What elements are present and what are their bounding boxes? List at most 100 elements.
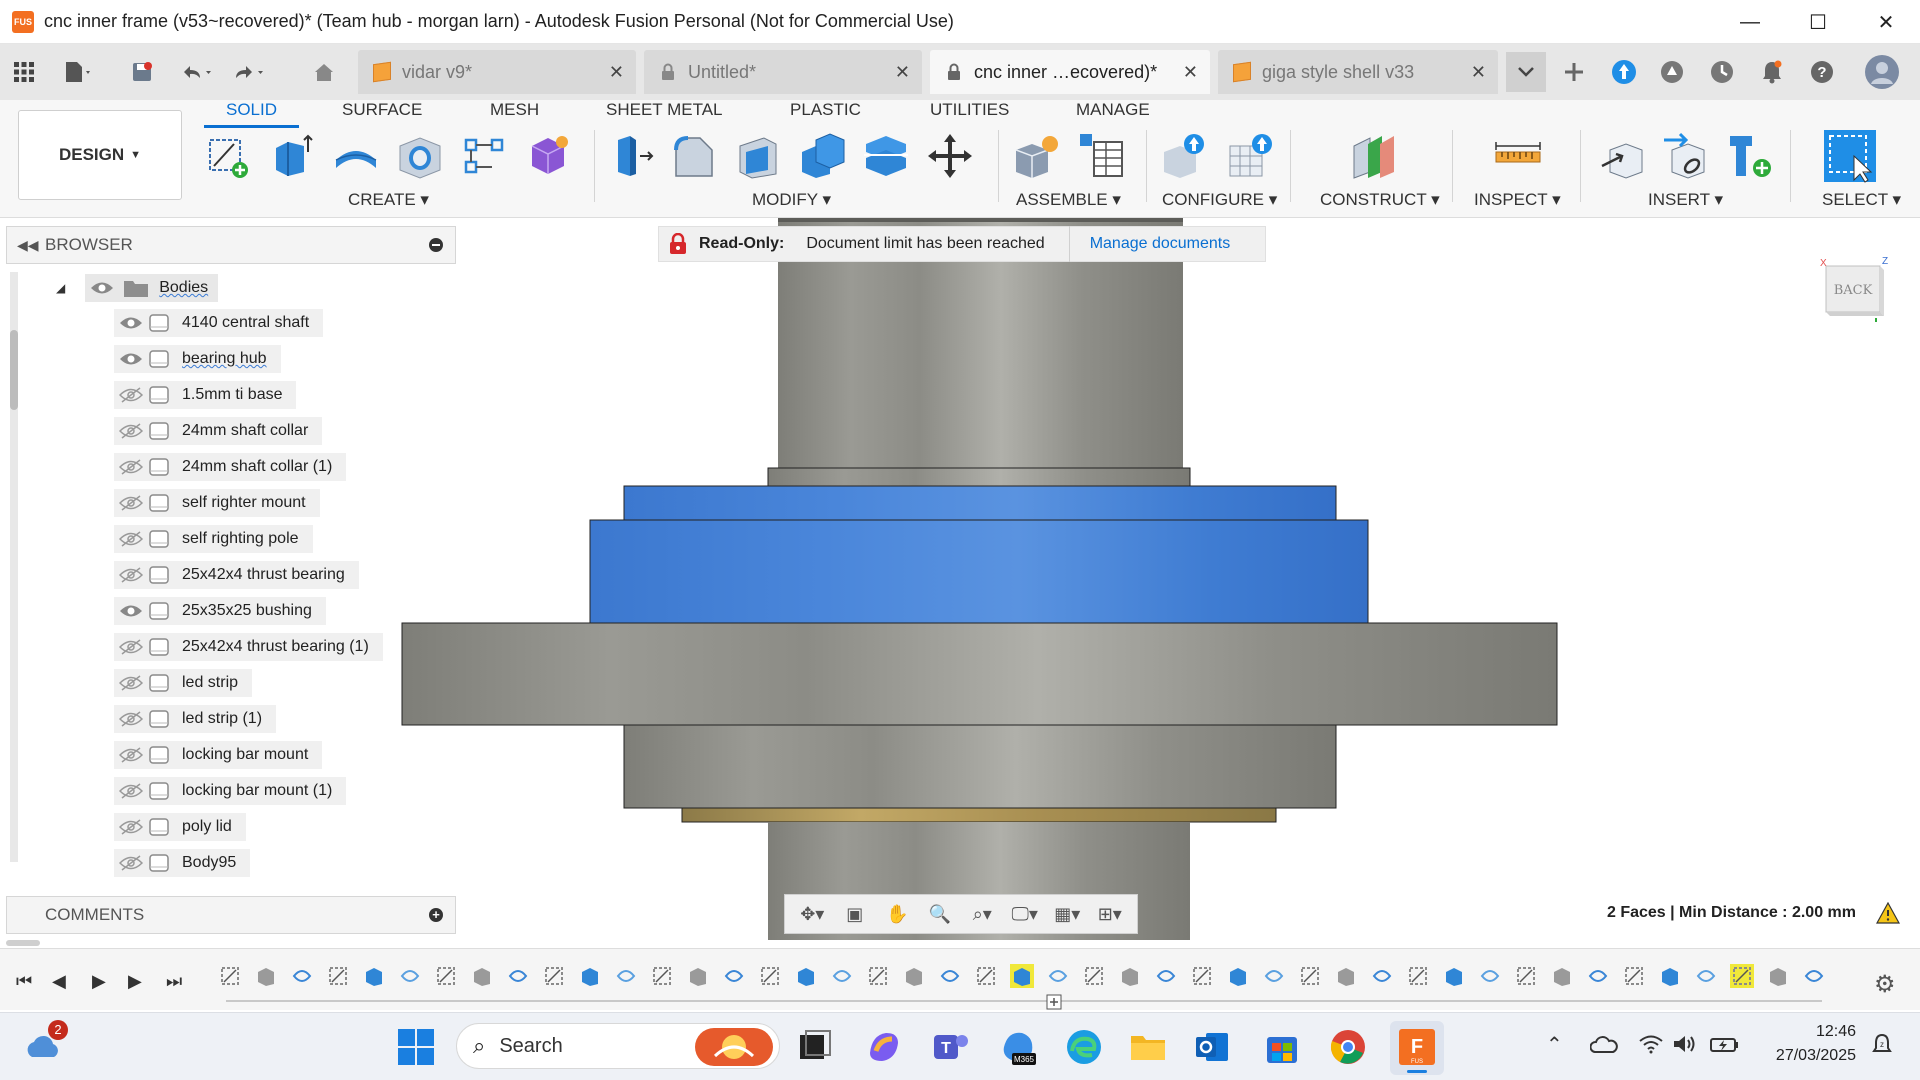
file-menu-icon[interactable]: [58, 52, 98, 92]
timeline-marker-icon[interactable]: [1046, 994, 1062, 1010]
timeline-extrude-icon[interactable]: [974, 964, 998, 988]
timeline-joint-icon[interactable]: [614, 964, 638, 988]
collapse-panel-icon[interactable]: ◀◀: [17, 237, 39, 254]
browser-scrollbar-thumb[interactable]: [10, 330, 18, 410]
browser-body-row[interactable]: 25x42x4 thrust bearing: [114, 561, 359, 589]
shell-icon[interactable]: [734, 132, 782, 180]
combine-icon[interactable]: [798, 132, 846, 180]
eye-hidden-icon[interactable]: [114, 741, 148, 769]
fillet-icon[interactable]: [670, 132, 718, 180]
browser-body-row[interactable]: poly lid: [114, 813, 246, 841]
timeline-sketch-icon[interactable]: [794, 964, 818, 988]
shaft-collar[interactable]: [767, 467, 1191, 487]
timeline-joint-icon[interactable]: [1046, 964, 1070, 988]
viewports-icon[interactable]: ⊞▾: [1096, 901, 1124, 927]
inspect-menu[interactable]: INSPECT ▾: [1474, 190, 1561, 210]
timeline-extrude-icon[interactable]: [542, 964, 566, 988]
viewcube[interactable]: BACK X Z: [1818, 256, 1890, 322]
eye-hidden-icon[interactable]: [114, 705, 148, 733]
timeline-fillet-icon[interactable]: [434, 964, 458, 988]
timeline-fillet-icon[interactable]: [290, 964, 314, 988]
fusion-taskbar-active[interactable]: F FUS: [1390, 1021, 1444, 1075]
timeline-sketch-icon[interactable]: [218, 964, 242, 988]
offset-plane-icon[interactable]: [1350, 132, 1398, 180]
select-menu[interactable]: SELECT ▾: [1822, 190, 1901, 210]
step-forward-icon[interactable]: ▶: [128, 971, 142, 992]
timeline-sketch-icon[interactable]: [1226, 964, 1250, 988]
timeline-extrude-icon[interactable]: [1406, 964, 1430, 988]
notification-center-icon[interactable]: z: [1870, 1032, 1894, 1056]
selected-face-lower[interactable]: [589, 519, 1369, 624]
timeline-fillet-icon[interactable]: [1154, 964, 1178, 988]
eye-hidden-icon[interactable]: [114, 813, 148, 841]
insert-derive-icon[interactable]: [1600, 132, 1648, 180]
onedrive-cloud-icon[interactable]: [1590, 1034, 1618, 1054]
go-to-start-icon[interactable]: ⏮: [16, 971, 32, 992]
timeline-extrude-icon[interactable]: [254, 964, 278, 988]
eye-hidden-icon[interactable]: [114, 633, 148, 661]
notifications-bell-icon[interactable]: [1752, 52, 1792, 92]
timeline-scrollbar[interactable]: [6, 940, 40, 946]
pattern-icon[interactable]: [460, 132, 508, 180]
tab-surface[interactable]: SURFACE: [342, 100, 422, 122]
eye-hidden-icon[interactable]: [114, 849, 148, 877]
timeline-extrude-icon[interactable]: [1118, 964, 1142, 988]
add-comment-icon[interactable]: +: [429, 908, 443, 922]
expand-triangle-icon[interactable]: ◢: [56, 281, 65, 295]
joint-table-icon[interactable]: [1076, 132, 1124, 180]
timeline-extrude-icon[interactable]: [1694, 964, 1718, 988]
go-to-end-icon[interactable]: ⏭: [166, 971, 182, 992]
timeline-fillet-icon[interactable]: [722, 964, 746, 988]
display-settings-icon[interactable]: 🖵▾: [1011, 901, 1039, 927]
maximize-button[interactable]: ☐: [1784, 0, 1852, 44]
user-avatar[interactable]: [1862, 52, 1902, 92]
timeline-sketch-icon[interactable]: [1082, 964, 1106, 988]
press-pull-icon[interactable]: [606, 132, 654, 180]
timeline-joint-icon[interactable]: [758, 964, 782, 988]
timeline-sketch-icon[interactable]: [650, 964, 674, 988]
timeline-extrude-icon[interactable]: [830, 964, 854, 988]
timeline-settings-gear-icon[interactable]: ⚙: [1874, 970, 1896, 999]
eye-hidden-icon[interactable]: [114, 453, 148, 481]
timeline-fillet-icon[interactable]: [1010, 964, 1034, 988]
undo-icon[interactable]: [176, 52, 216, 92]
timeline-joint-icon[interactable]: [1478, 964, 1502, 988]
timeline-fillet-icon[interactable]: [866, 964, 890, 988]
home-icon[interactable]: [304, 52, 344, 92]
browser-body-row[interactable]: 25x35x25 bushing: [114, 597, 326, 625]
bodies-folder[interactable]: ◢ Bodies: [56, 274, 219, 302]
file-explorer-icon[interactable]: [1128, 1027, 1168, 1067]
timeline-joint-icon[interactable]: [1622, 964, 1646, 988]
timeline-joint-icon[interactable]: [470, 964, 494, 988]
teams-icon[interactable]: T: [930, 1027, 970, 1067]
browser-body-row[interactable]: led strip: [114, 669, 253, 697]
close-tab-icon[interactable]: ✕: [609, 62, 624, 83]
browser-body-row[interactable]: self righting pole: [114, 525, 313, 553]
microsoft-365-icon[interactable]: M365: [998, 1027, 1038, 1067]
taskbar-search[interactable]: ⌕ Search: [456, 1023, 780, 1069]
warning-icon[interactable]: [1876, 902, 1900, 924]
timeline-extrude-icon[interactable]: [398, 964, 422, 988]
zoom-icon[interactable]: 🔍: [926, 901, 954, 927]
bearing-hub-lower[interactable]: [623, 724, 1337, 809]
timeline-fillet-icon[interactable]: [1298, 964, 1322, 988]
chrome-browser-icon[interactable]: [1328, 1027, 1368, 1067]
create-form-icon[interactable]: [524, 132, 572, 180]
extrude-icon[interactable]: [268, 132, 316, 180]
move-copy-icon[interactable]: [926, 132, 974, 180]
timeline-extrude-icon[interactable]: [1262, 964, 1286, 988]
insert-menu[interactable]: INSERT ▾: [1648, 190, 1723, 210]
volume-icon[interactable]: [1672, 1034, 1698, 1054]
microsoft-store-icon[interactable]: [1262, 1027, 1302, 1067]
eye-icon[interactable]: [114, 345, 148, 373]
edge-browser-icon[interactable]: [1064, 1027, 1104, 1067]
tab-sheet-metal[interactable]: SHEET METAL: [606, 100, 723, 122]
close-tab-icon[interactable]: ✕: [1183, 62, 1198, 83]
split-body-icon[interactable]: [862, 132, 910, 180]
timeline-extrude-icon[interactable]: [1550, 964, 1574, 988]
configure-rules-icon[interactable]: [1226, 132, 1274, 180]
browser-body-row[interactable]: locking bar mount (1): [114, 777, 347, 805]
tab-cnc-inner-frame[interactable]: cnc inner …ecovered)* ✕: [930, 50, 1210, 94]
tab-overflow-chevron-icon[interactable]: [1506, 52, 1546, 92]
tab-manage[interactable]: MANAGE: [1076, 100, 1150, 122]
